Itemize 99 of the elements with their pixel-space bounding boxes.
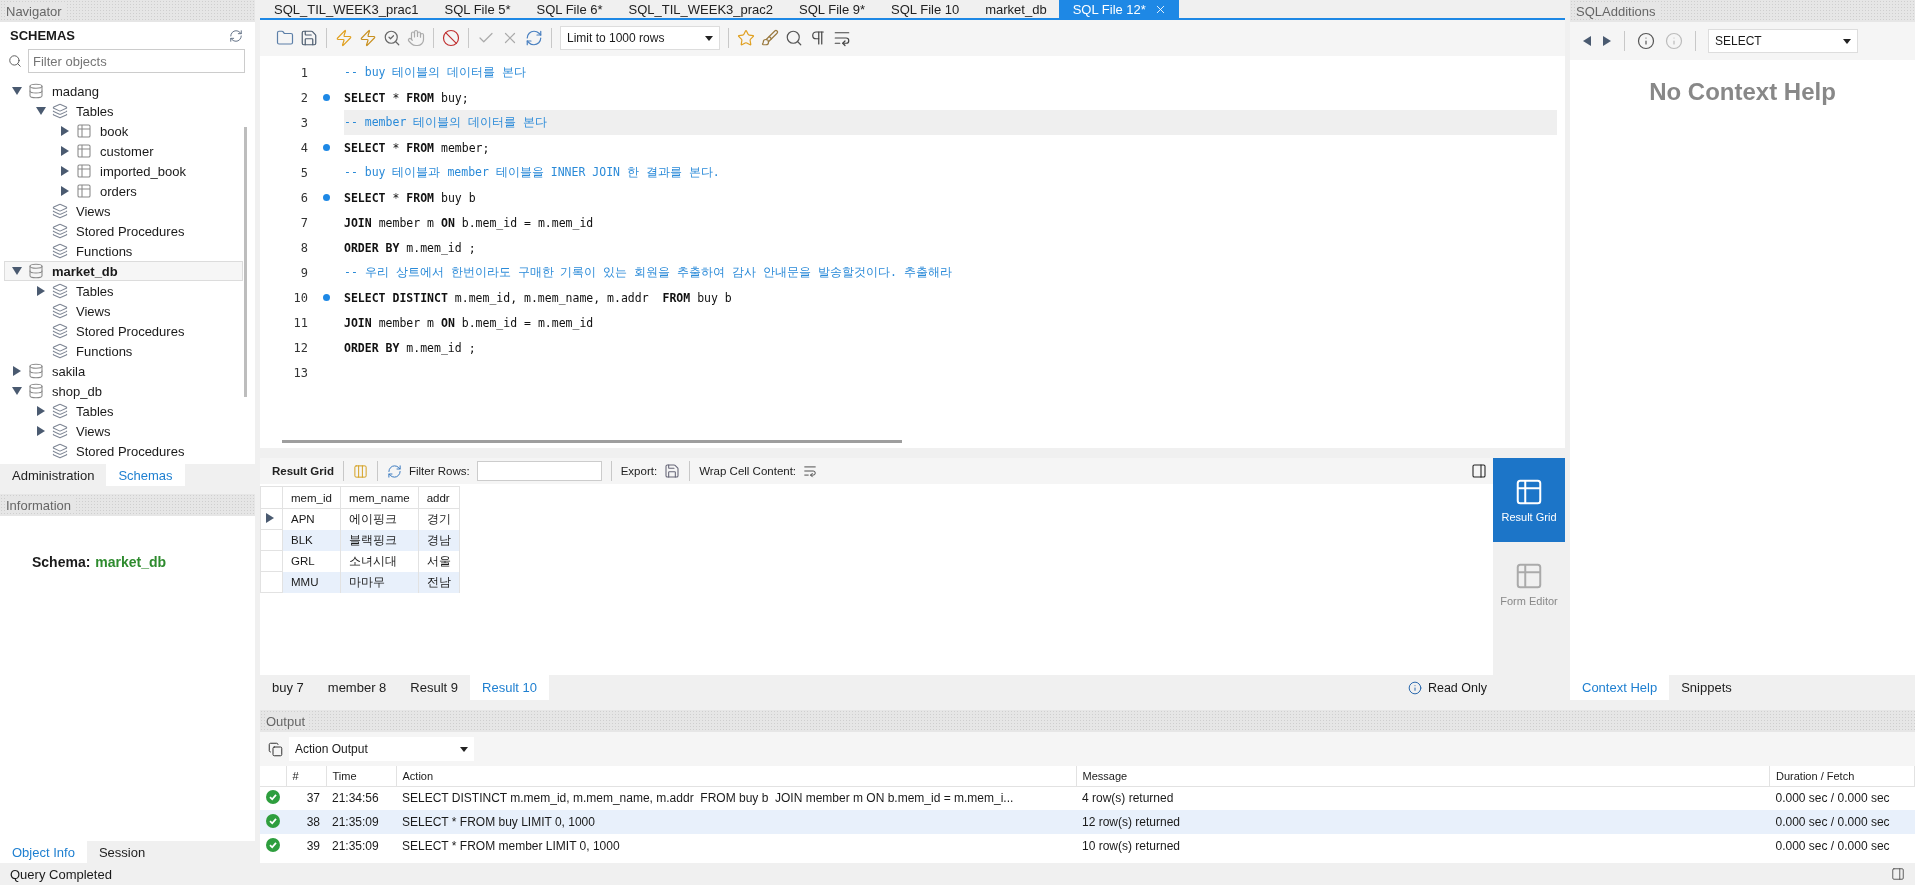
panel-header: Information — [0, 494, 255, 516]
tree-item[interactable]: Tables — [34, 101, 243, 121]
panel-tab[interactable]: Session — [86, 841, 158, 863]
empty-message: No Context Help — [1648, 77, 1837, 106]
line-number: 5 — [299, 165, 308, 180]
editor-tab[interactable]: SQL File 10 — [877, 0, 972, 18]
tree-item[interactable]: imported_book — [58, 161, 243, 181]
filter-field[interactable]: Filter objects — [28, 49, 245, 73]
code-line: SELECT* FROM buy; — [344, 89, 470, 107]
panel-tab[interactable]: Schemas — [106, 464, 185, 486]
column-header[interactable]: addr — [418, 486, 460, 509]
table-cell: SELECT DISTINCT m.mem_id, m.mem_name, m.addr FROM buy b JOIN member m ON b.mem_id = m.mem_i... — [396, 786, 1076, 810]
panel-tab[interactable]: Snippets — [1669, 675, 1744, 700]
filter-label: Filter Rows: — [409, 465, 470, 477]
column-header[interactable]: Action — [396, 766, 1076, 786]
limit-select[interactable]: Limit to 1000 rows — [560, 26, 720, 50]
line-number: 12 — [292, 340, 308, 355]
code-comment: -- member 테이블의 데이터를 본다 — [344, 110, 1557, 135]
schema-label: Schema: — [32, 554, 91, 570]
line-number: 8 — [299, 240, 308, 255]
panel-tab[interactable]: Result 9 — [398, 675, 471, 700]
code-comment: -- buy 테이블과 member 테이블을 INNER JOIN 한 결과를 본다. — [344, 164, 721, 181]
topic-select[interactable]: SELECT — [1708, 29, 1858, 53]
line-number: 13 — [292, 365, 308, 380]
line-number: 1 — [299, 65, 308, 80]
editor-tab[interactable]: SQL File 9* — [785, 0, 878, 18]
tree-item[interactable]: Stored Procedures — [34, 441, 243, 461]
line-number: 6 — [299, 190, 308, 205]
code-comment: -- buy 테이블의 데이터를 본다 — [344, 64, 528, 81]
line-number: 3 — [299, 115, 308, 130]
tree-item[interactable]: Views — [34, 201, 243, 221]
tree-item[interactable]: Functions — [34, 341, 243, 361]
editor-tab[interactable]: SQL File 12* — [1058, 0, 1179, 18]
panel-tab[interactable]: Object Info — [0, 841, 87, 863]
tree-item[interactable]: Tables — [34, 281, 243, 301]
column-header[interactable]: # — [286, 766, 326, 786]
tree-item[interactable]: sakila — [10, 361, 243, 381]
code-line: SELECT* FROM member; — [344, 139, 491, 157]
line-number: 2 — [299, 90, 308, 105]
status-text: Query Completed — [10, 866, 112, 882]
code-line: ORDER BY m.mem_id ; — [344, 239, 477, 257]
toolbar-label: Result Grid — [272, 465, 334, 477]
tree-item[interactable]: Tables — [34, 401, 243, 421]
tree-item[interactable]: Stored Procedures — [34, 221, 243, 241]
line-number: 10 — [292, 290, 308, 305]
column-header[interactable]: Message — [1076, 766, 1770, 786]
table-cell: 21:35:09 — [326, 810, 396, 834]
schema-name: market_db — [95, 554, 167, 570]
panel-header: SQLAdditions — [1570, 0, 1915, 22]
line-number: 4 — [299, 140, 308, 155]
editor-tab[interactable]: SQL File 6* — [522, 0, 615, 18]
line-number: 9 — [299, 265, 308, 280]
read-only-label: Read Only — [1427, 680, 1487, 695]
column-header[interactable]: Duration / Fetch — [1769, 766, 1915, 786]
tree-item[interactable]: book — [58, 121, 243, 141]
table-cell: 0.000 sec / 0.000 sec — [1769, 810, 1915, 834]
panel-tab[interactable]: Context Help — [1570, 675, 1670, 700]
line-number: 11 — [292, 315, 308, 330]
table-cell: 12 row(s) returned — [1076, 810, 1770, 834]
code-line: JOIN member m ON b.mem_id = m.mem_id — [344, 314, 595, 332]
code-line: SELECT DISTINCT m.mem_id, m.mem_name, m.addr FROM buy b — [344, 289, 733, 307]
export-label: Export: — [620, 465, 658, 477]
tree-item[interactable]: Views — [34, 301, 243, 321]
line-number: 7 — [299, 215, 308, 230]
code-line: JOIN member m ON b.mem_id = m.mem_id — [344, 214, 595, 232]
editor-tab[interactable]: SQL File 5* — [430, 0, 523, 18]
column-header[interactable]: Time — [326, 766, 396, 786]
panel-tab[interactable]: member 8 — [315, 675, 399, 700]
code-line: SELECT* FROM buy b — [344, 189, 477, 207]
table-cell: 0.000 sec / 0.000 sec — [1769, 786, 1915, 810]
panel-header: Navigator — [0, 0, 255, 22]
tree-item[interactable]: Views — [34, 421, 243, 441]
tree-item[interactable]: orders — [58, 181, 243, 201]
panel-tab[interactable]: Administration — [0, 464, 107, 486]
code-comment: -- 우리 상트에서 한번이라도 구매한 기록이 있는 회원을 추출하여 감사 안내문을 발송할것이다. 추출해라 — [344, 264, 953, 281]
tree-item[interactable]: Stored Procedures — [34, 321, 243, 341]
column-header[interactable]: mem_id — [282, 486, 341, 509]
table-cell: 38 — [286, 810, 326, 834]
panel-tab[interactable]: buy 7 — [260, 675, 316, 700]
editor-tab[interactable]: market_db — [971, 0, 1059, 18]
code-line: ORDER BY m.mem_id ; — [344, 339, 477, 357]
panel-tab[interactable]: Result 10 — [470, 675, 549, 700]
editor-tab[interactable]: SQL_TIL_WEEK3_prac2 — [614, 0, 786, 18]
table-cell: 4 row(s) returned — [1076, 786, 1770, 810]
wrap-label: Wrap Cell Content: — [699, 465, 797, 477]
tree-item[interactable]: customer — [58, 141, 243, 161]
tree-item[interactable]: Functions — [34, 241, 243, 261]
table-cell: 21:34:56 — [326, 786, 396, 810]
tree-item[interactable]: market_db — [4, 261, 243, 281]
column-header[interactable]: mem_name — [340, 486, 419, 509]
tree-item[interactable]: shop_db — [10, 381, 243, 401]
editor-tab[interactable]: SQL_TIL_WEEK3_prac1 — [260, 0, 431, 18]
output-select[interactable]: Action Output — [289, 737, 474, 761]
view-button[interactable]: Result Grid — [1493, 458, 1565, 542]
section-title: SCHEMAS — [10, 28, 75, 43]
tree-item[interactable]: madang — [10, 81, 243, 101]
table-cell: SELECT * FROM buy LIMIT 0, 1000 — [396, 810, 1076, 834]
table-cell: 37 — [286, 786, 326, 810]
panel-header: Output — [260, 710, 1915, 732]
